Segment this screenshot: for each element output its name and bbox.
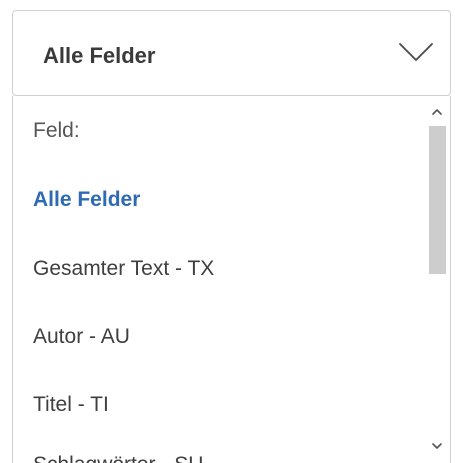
- option-alle-felder[interactable]: Alle Felder: [33, 187, 140, 213]
- option-gesamter-text[interactable]: Gesamter Text - TX: [33, 256, 214, 282]
- dropdown-scrollbar[interactable]: [424, 96, 450, 463]
- field-dropdown-list: Feld: Alle Felder Gesamter Text - TX Aut…: [12, 96, 451, 463]
- scroll-down-icon[interactable]: [431, 440, 443, 452]
- option-autor[interactable]: Autor - AU: [33, 324, 130, 350]
- option-group-label: Feld:: [33, 119, 80, 142]
- option-titel[interactable]: Titel - TI: [33, 392, 109, 418]
- scroll-up-icon[interactable]: [431, 106, 443, 118]
- chevron-down-icon[interactable]: [398, 41, 434, 63]
- field-select[interactable]: Alle Felder: [12, 10, 451, 96]
- field-select-widget: Alle Felder Feld: Alle Felder Gesamter T…: [0, 0, 455, 463]
- scroll-thumb[interactable]: [429, 126, 446, 274]
- option-schlagwoerter[interactable]: Schlagwörter - SU: [33, 452, 203, 463]
- field-select-value: Alle Felder: [43, 43, 156, 68]
